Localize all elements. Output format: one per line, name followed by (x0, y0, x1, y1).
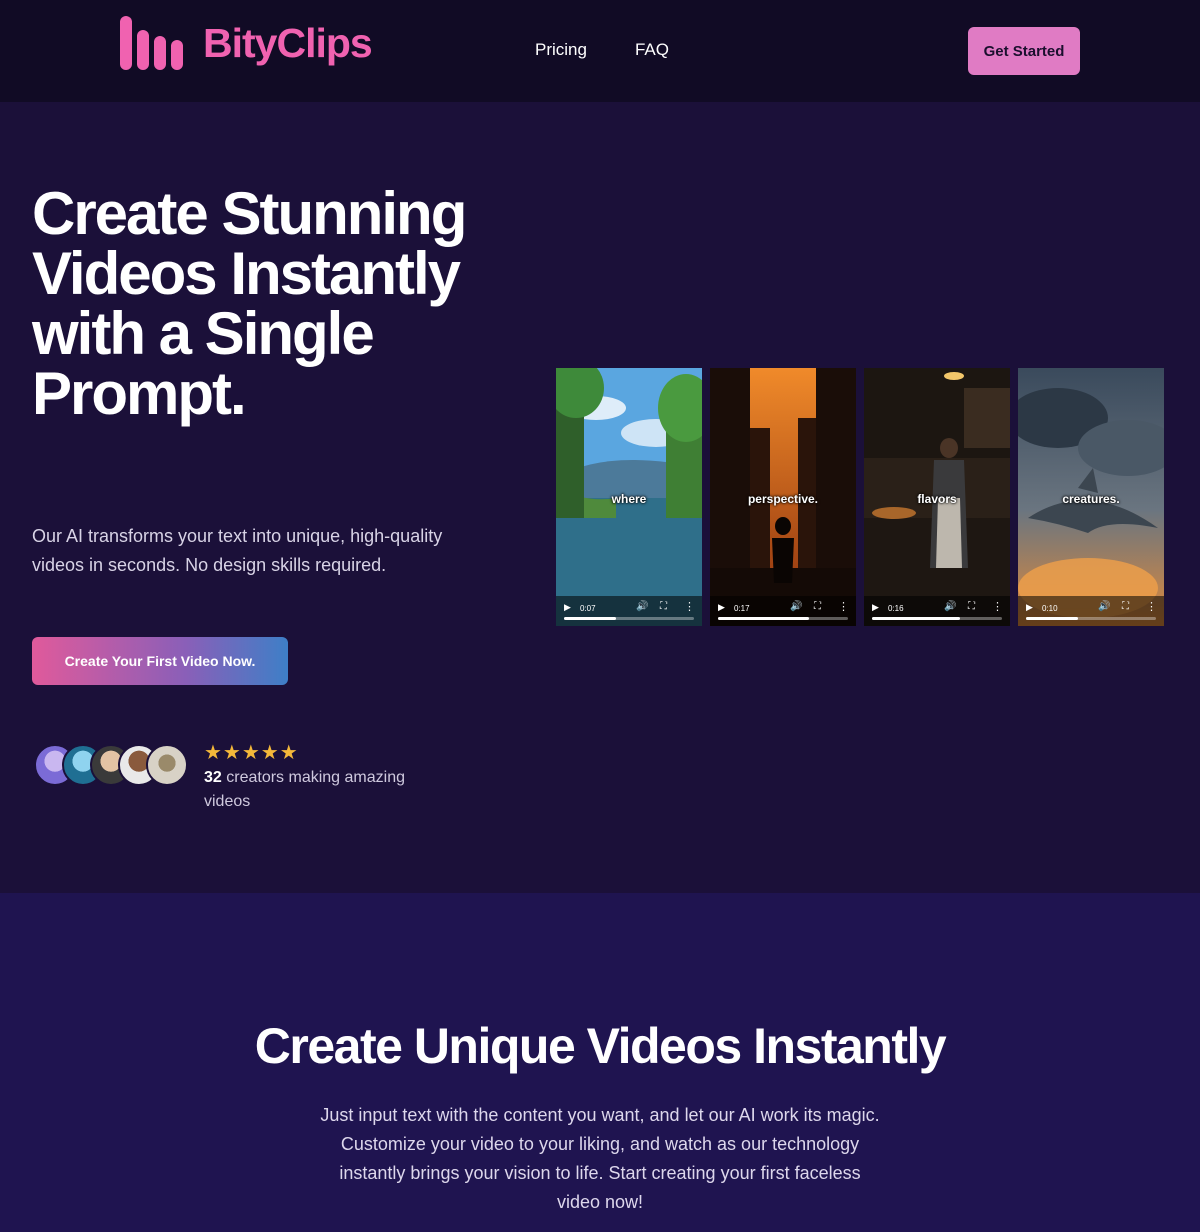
fullscreen-icon[interactable]: ⛶ (1122, 601, 1129, 612)
video-controls: ▶ 0:10 🔊 ⛶ ⋮ (1018, 596, 1164, 626)
volume-icon[interactable]: 🔊 (636, 601, 648, 612)
video-clip[interactable]: creatures. ▶ 0:10 🔊 ⛶ ⋮ (1018, 368, 1164, 626)
avatar (146, 744, 188, 786)
video-clip[interactable]: flavors ▶ 0:16 🔊 ⛶ ⋮ (864, 368, 1010, 626)
progress-fill (564, 617, 616, 620)
clip-caption: where (611, 492, 647, 506)
clip-caption: flavors (917, 492, 957, 506)
creators-count: 32 (204, 769, 222, 786)
more-icon[interactable]: ⋮ (992, 600, 1003, 613)
video-controls: ▶ 0:17 🔊 ⛶ ⋮ (710, 596, 856, 626)
video-controls: ▶ 0:16 🔊 ⛶ ⋮ (864, 596, 1010, 626)
volume-icon[interactable]: 🔊 (1098, 601, 1110, 612)
play-icon[interactable]: ▶ (564, 602, 571, 613)
fullscreen-icon[interactable]: ⛶ (968, 601, 975, 612)
fullscreen-icon[interactable]: ⛶ (660, 601, 667, 612)
progress-track[interactable] (872, 617, 1002, 620)
video-clip[interactable]: perspective. ▶ 0:17 🔊 ⛶ ⋮ (710, 368, 856, 626)
progress-track[interactable] (564, 617, 694, 620)
brand-logo[interactable]: BityClips (120, 16, 373, 70)
clip-time: 0:07 (580, 604, 596, 613)
brand-name: BityClips (203, 20, 373, 66)
get-started-button[interactable]: Get Started (968, 27, 1080, 75)
clip-caption: perspective. (747, 492, 819, 506)
volume-icon[interactable]: 🔊 (790, 601, 802, 612)
clip-caption: creatures. (1062, 492, 1120, 506)
progress-track[interactable] (1026, 617, 1156, 620)
clip-time: 0:10 (1042, 604, 1058, 613)
creators-count-text: 32 creators making amazing videos (204, 766, 434, 814)
more-icon[interactable]: ⋮ (838, 600, 849, 613)
create-first-video-button[interactable]: Create Your First Video Now. (32, 637, 288, 685)
nav-links: Pricing FAQ (535, 40, 669, 60)
video-controls: ▶ 0:07 🔊 ⛶ ⋮ (556, 596, 702, 626)
features-section: Create Unique Videos Instantly Just inpu… (0, 893, 1200, 1232)
more-icon[interactable]: ⋮ (1146, 600, 1157, 613)
star-icon: ★★★★★ (204, 742, 299, 764)
more-icon[interactable]: ⋮ (684, 600, 695, 613)
top-nav: BityClips Pricing FAQ Get Started (0, 0, 1200, 102)
progress-fill (1026, 617, 1078, 620)
creators-label: creators making amazing videos (204, 769, 405, 810)
fullscreen-icon[interactable]: ⛶ (814, 601, 821, 612)
play-icon[interactable]: ▶ (872, 602, 879, 613)
progress-fill (718, 617, 809, 620)
volume-icon[interactable]: 🔊 (944, 601, 956, 612)
hero-subtitle: Our AI transforms your text into unique,… (32, 526, 443, 575)
video-clip[interactable]: where ▶ 0:07 🔊 ⛶ ⋮ (556, 368, 702, 626)
section-title: Create Unique Videos Instantly (254, 1018, 947, 1074)
video-clips: where ▶ 0:07 🔊 ⛶ ⋮ perspective. ▶ 0:17 🔊… (556, 368, 1164, 626)
nav-link-faq[interactable]: FAQ (635, 40, 669, 60)
hero-section: Create Stunning Videos Instantly with a … (0, 102, 1200, 893)
progress-track[interactable] (718, 617, 848, 620)
play-icon[interactable]: ▶ (1026, 602, 1033, 613)
nav-link-pricing[interactable]: Pricing (535, 40, 587, 60)
clip-time: 0:17 (734, 604, 750, 613)
section-body: Just input text with the content you wan… (320, 1105, 880, 1212)
hero-title: Create Stunning Videos Instantly with a … (32, 180, 467, 427)
progress-fill (872, 617, 961, 620)
clip-time: 0:16 (888, 604, 904, 613)
play-icon[interactable]: ▶ (718, 602, 725, 613)
creator-avatars (34, 744, 188, 786)
logo-bars-icon (120, 16, 183, 70)
